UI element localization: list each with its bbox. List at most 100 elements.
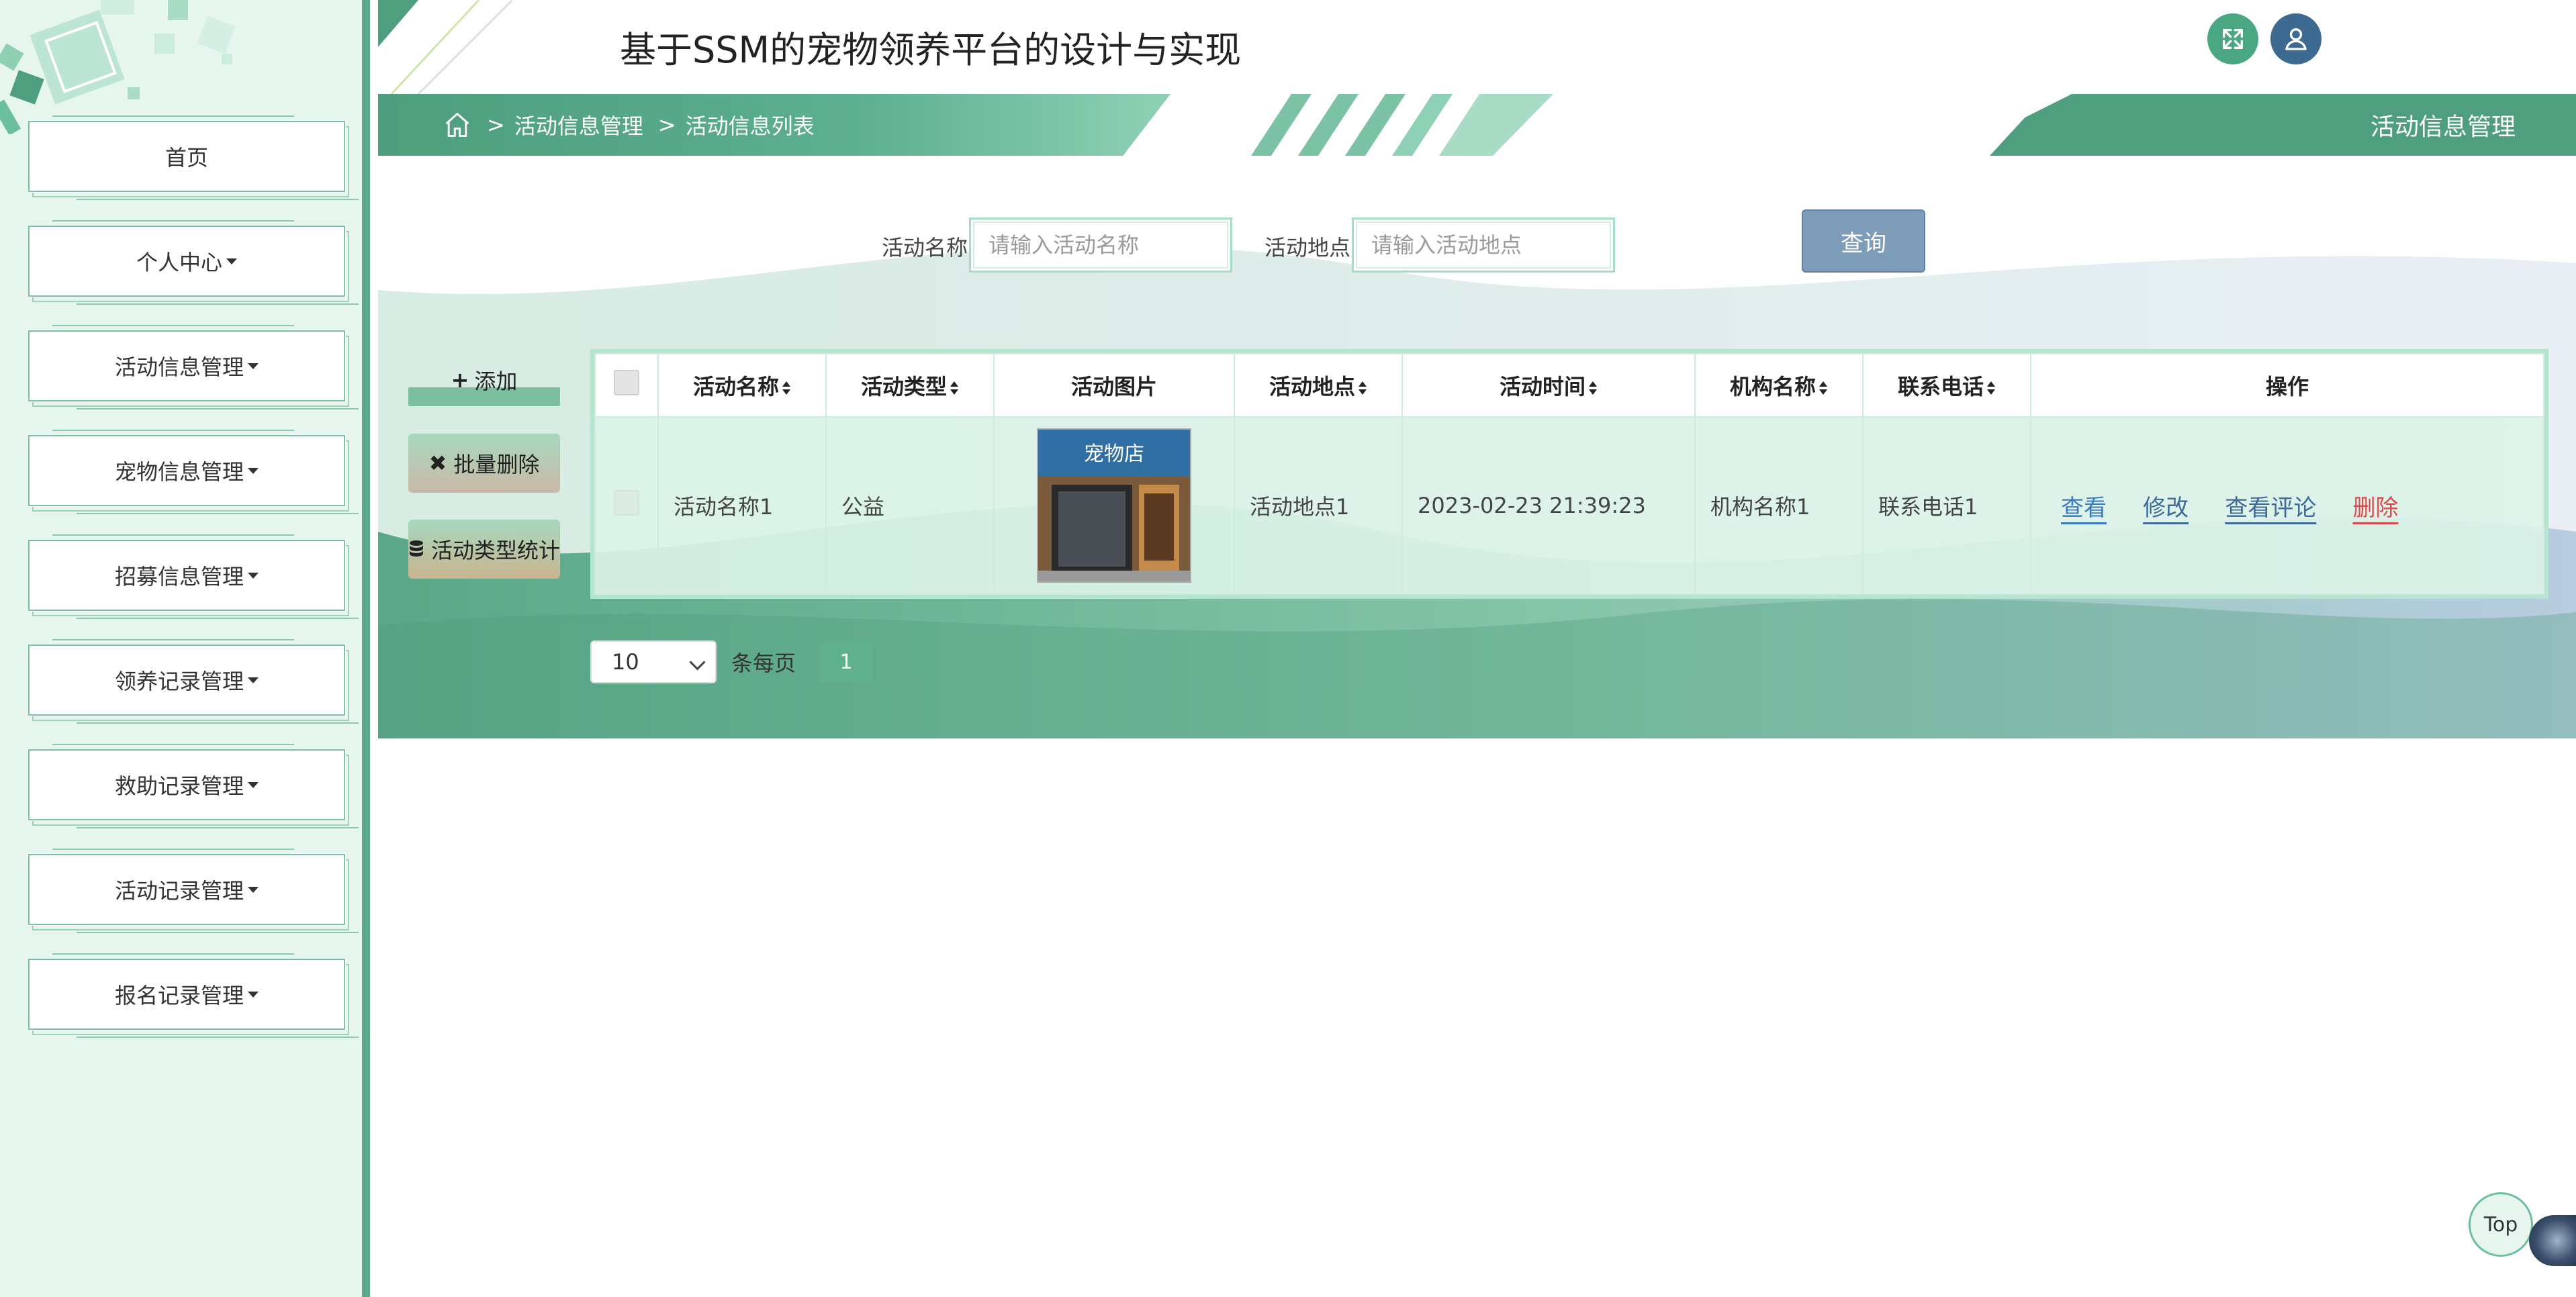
user-icon xyxy=(2285,28,2307,50)
floating-avatar-widget[interactable] xyxy=(2529,1215,2576,1266)
caret-down-icon xyxy=(248,886,259,893)
column-header-type[interactable]: 活动类型 xyxy=(825,353,995,418)
sidebar-item-activity-records[interactable]: 活动记录管理 xyxy=(28,849,359,933)
caret-down-icon xyxy=(226,258,237,265)
sidebar-item-label: 宠物信息管理 xyxy=(114,459,244,485)
caret-down-icon xyxy=(248,467,259,474)
database-icon xyxy=(409,540,423,557)
activity-name-label: 活动名称 xyxy=(882,235,968,260)
sidebar-item-label: 活动记录管理 xyxy=(114,878,244,904)
caret-down-icon xyxy=(248,677,259,683)
batch-delete-label: 批量删除 xyxy=(453,452,540,477)
activity-image[interactable]: 宠物店 xyxy=(1036,428,1191,583)
sidebar-item-rescue-records[interactable]: 救助记录管理 xyxy=(28,744,359,828)
sidebar-item-label: 活动信息管理 xyxy=(114,354,244,380)
caret-down-icon xyxy=(248,991,259,998)
breadcrumb-item-activity-list: 活动信息列表 xyxy=(685,113,815,139)
shop-sign-text: 宠物店 xyxy=(1084,442,1144,466)
sidebar-item-label: 首页 xyxy=(165,145,208,171)
fullscreen-button[interactable] xyxy=(2207,13,2258,64)
column-header-image: 活动图片 xyxy=(993,353,1235,418)
table-row: 活动名称1 公益 宠物店 活动地点1 2023-02-23 21:39:23 机… xyxy=(594,416,2544,595)
edit-link[interactable]: 修改 xyxy=(2143,489,2189,522)
cell-activity-name: 活动名称1 xyxy=(657,416,827,595)
batch-delete-button[interactable]: ✖ 批量删除 xyxy=(408,434,560,493)
header: 基于SSM的宠物领养平台的设计与实现 > 活动信息管理 > 活动信息列表 活动信… xyxy=(378,0,2576,156)
activity-table: 活动名称 活动类型 活动图片 活动地点 活动时间 机构名称 联系电话 操作 活动… xyxy=(590,349,2548,599)
sidebar-item-personal-center[interactable]: 个人中心 xyxy=(28,220,359,305)
sort-icon xyxy=(950,381,958,395)
add-button-label: 添加 xyxy=(474,369,518,394)
back-to-top-button[interactable]: Top xyxy=(2469,1192,2533,1257)
header-decoration xyxy=(378,0,512,94)
delete-link[interactable]: 删除 xyxy=(2353,489,2399,522)
cell-phone: 联系电话1 xyxy=(1862,416,2031,595)
row-select-cell xyxy=(594,416,659,595)
cell-activity-place: 活动地点1 xyxy=(1234,416,1403,595)
row-checkbox[interactable] xyxy=(613,490,639,516)
per-page-label: 条每页 xyxy=(731,651,796,676)
sidebar-item-adoption-records[interactable]: 领养记录管理 xyxy=(28,639,359,724)
activity-place-input[interactable] xyxy=(1352,218,1615,273)
sidebar-item-label: 救助记录管理 xyxy=(114,773,244,799)
breadcrumb-separator: > xyxy=(657,112,676,138)
select-all-checkbox[interactable] xyxy=(614,370,639,395)
app-root: 首页 个人中心 活动信息管理 宠物信息管理 招募信息管理 领养记录管理 救助记录… xyxy=(0,0,2576,1297)
column-header-org[interactable]: 机构名称 xyxy=(1694,353,1864,418)
activity-type-stats-label: 活动类型统计 xyxy=(430,538,560,563)
breadcrumb: > 活动信息管理 > 活动信息列表 xyxy=(443,94,815,156)
expand-icon xyxy=(2223,29,2243,50)
sidebar-item-label: 招募信息管理 xyxy=(114,564,244,589)
close-icon: ✖ xyxy=(428,450,447,476)
column-header-time[interactable]: 活动时间 xyxy=(1401,353,1696,418)
select-all-cell xyxy=(594,353,659,418)
sidebar: 首页 个人中心 活动信息管理 宠物信息管理 招募信息管理 领养记录管理 救助记录… xyxy=(0,0,370,1297)
activity-type-stats-button[interactable]: 活动类型统计 xyxy=(408,520,560,579)
chevron-down-icon xyxy=(689,654,706,671)
caret-down-icon xyxy=(248,363,259,369)
sort-icon xyxy=(1987,381,1995,395)
cell-ops: 查看 修改 查看评论 删除 xyxy=(2030,416,2544,595)
page-number-button[interactable]: 1 xyxy=(820,642,872,682)
query-button[interactable]: 查询 xyxy=(1802,209,1925,273)
sort-icon xyxy=(1359,381,1367,395)
sidebar-item-recruit-info[interactable]: 招募信息管理 xyxy=(28,534,359,619)
column-header-ops: 操作 xyxy=(2030,353,2544,418)
column-header-name[interactable]: 活动名称 xyxy=(657,353,827,418)
sidebar-item-signup-records[interactable]: 报名记录管理 xyxy=(28,953,359,1038)
home-icon[interactable] xyxy=(443,110,472,140)
search-bar: 活动名称 活动地点 查询 xyxy=(378,209,2576,277)
caret-down-icon xyxy=(248,781,259,788)
sidebar-item-label: 个人中心 xyxy=(136,250,222,275)
cell-activity-type: 公益 xyxy=(825,416,995,595)
cell-org-name: 机构名称1 xyxy=(1694,416,1864,595)
sidebar-item-activity-info[interactable]: 活动信息管理 xyxy=(28,325,359,410)
view-comments-link[interactable]: 查看评论 xyxy=(2225,489,2316,522)
column-header-place[interactable]: 活动地点 xyxy=(1234,353,1403,418)
main-content: 活动名称 活动地点 查询 + 添加 ✖ 批量删除 活动类型统计 xyxy=(378,156,2576,738)
breadcrumb-item-activity-info[interactable]: 活动信息管理 xyxy=(514,109,643,140)
sidebar-item-label: 报名记录管理 xyxy=(114,983,244,1008)
breadcrumb-stripes xyxy=(1251,94,1553,156)
caret-down-icon xyxy=(248,572,259,579)
sort-icon xyxy=(782,381,790,395)
page-size-value: 10 xyxy=(612,649,639,675)
sidebar-item-home[interactable]: 首页 xyxy=(28,115,359,200)
page-tag: 活动信息管理 xyxy=(2370,113,2516,141)
sort-icon xyxy=(1589,381,1597,395)
sidebar-item-label: 领养记录管理 xyxy=(114,669,244,694)
sidebar-decoration xyxy=(0,0,236,134)
activity-name-input[interactable] xyxy=(969,218,1232,273)
user-button[interactable] xyxy=(2270,13,2321,64)
site-title: 基于SSM的宠物领养平台的设计与实现 xyxy=(620,29,1242,71)
breadcrumb-separator: > xyxy=(487,112,505,138)
add-button[interactable]: + 添加 xyxy=(408,350,560,410)
cell-activity-image: 宠物店 xyxy=(993,416,1235,595)
page-size-select[interactable]: 10 xyxy=(590,640,717,683)
table-header-row: 活动名称 活动类型 活动图片 活动地点 活动时间 机构名称 联系电话 操作 xyxy=(594,353,2544,418)
column-header-phone[interactable]: 联系电话 xyxy=(1862,353,2031,418)
view-link[interactable]: 查看 xyxy=(2061,489,2107,522)
cell-activity-time: 2023-02-23 21:39:23 xyxy=(1401,416,1696,595)
sort-icon xyxy=(1819,381,1827,395)
sidebar-item-pet-info[interactable]: 宠物信息管理 xyxy=(28,430,359,514)
